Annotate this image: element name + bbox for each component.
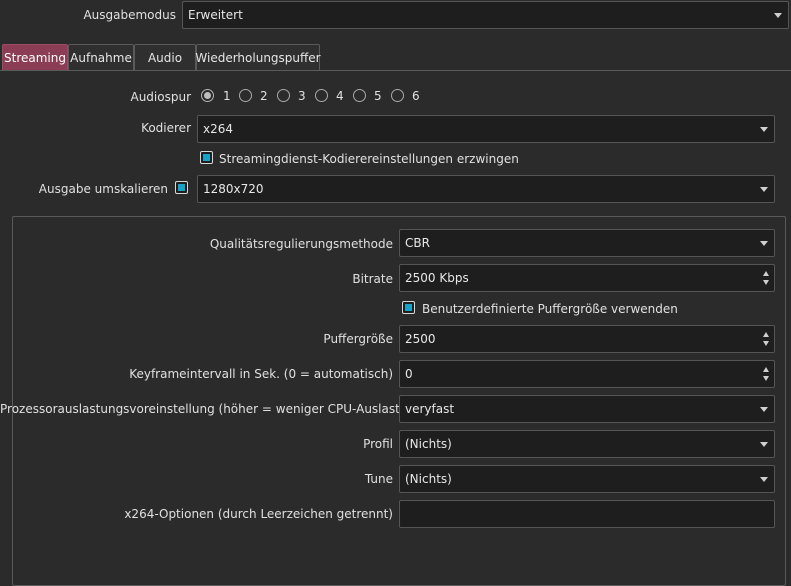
audio-track-radio-label: 1 — [223, 89, 231, 103]
audio-track-radio-6[interactable] — [391, 89, 404, 102]
output-mode-label: Ausgabemodus — [83, 8, 176, 22]
rescale-output-checkbox[interactable] — [175, 181, 188, 194]
chevron-down-icon — [760, 127, 768, 132]
spin-up-icon[interactable] — [763, 367, 769, 372]
chevron-down-icon — [760, 187, 768, 192]
chevron-down-icon — [760, 407, 768, 412]
spin-up-icon[interactable] — [763, 271, 769, 276]
enforce-encoder-settings-checkbox[interactable] — [200, 151, 213, 164]
custom-buffer-label: Benutzerdefinierte Puffergröße verwenden — [422, 302, 678, 316]
audio-track-radio-1[interactable] — [201, 89, 214, 102]
bitrate-spinbox[interactable]: 2500 Kbps — [399, 264, 775, 292]
audio-track-radio-label: 3 — [298, 89, 306, 103]
spin-down-icon[interactable] — [763, 280, 769, 285]
audio-track-radio-label: 4 — [336, 89, 344, 103]
encoder-label: Kodierer — [141, 121, 191, 135]
profile-combobox[interactable]: (Nichts) — [399, 430, 775, 458]
rate-control-value: CBR — [405, 236, 430, 250]
chevron-down-icon — [760, 477, 768, 482]
keyframe-interval-spinbox[interactable]: 0 — [399, 360, 775, 388]
bitrate-value: 2500 Kbps — [405, 271, 469, 285]
x264-options-input[interactable] — [399, 500, 775, 528]
tab-replay-buffer[interactable]: Wiederholungspuffer — [195, 44, 321, 70]
spin-up-icon[interactable] — [763, 332, 769, 337]
encoder-combobox[interactable]: x264 — [197, 115, 775, 143]
output-mode-combobox[interactable]: Erweitert — [182, 1, 789, 29]
cpu-preset-label: Prozessorauslastungsvoreinstellung (höhe… — [0, 402, 428, 416]
audio-track-radio-label: 5 — [374, 89, 382, 103]
tune-combobox[interactable]: (Nichts) — [399, 465, 775, 493]
tab-streaming[interactable]: Streaming — [2, 44, 68, 70]
encoder-value: x264 — [203, 122, 234, 136]
enforce-encoder-settings-label: Streamingdienst-Kodierereinstellungen er… — [219, 152, 519, 166]
audio-track-radio-4[interactable] — [315, 89, 328, 102]
profile-label: Profil — [363, 437, 393, 451]
spin-down-icon[interactable] — [763, 341, 769, 346]
bitrate-label: Bitrate — [352, 272, 393, 286]
spin-down-icon[interactable] — [763, 376, 769, 381]
rate-control-combobox[interactable]: CBR — [399, 229, 775, 257]
buffer-size-label: Puffergröße — [323, 332, 393, 346]
audio-track-radio-label: 2 — [260, 89, 268, 103]
tab-audio[interactable]: Audio — [134, 44, 196, 70]
audio-track-radio-3[interactable] — [277, 89, 290, 102]
chevron-down-icon — [760, 442, 768, 447]
rescale-output-label: Ausgabe umskalieren — [38, 182, 168, 196]
chevron-down-icon — [774, 13, 782, 18]
tune-value: (Nichts) — [405, 472, 452, 486]
output-mode-value: Erweitert — [188, 8, 243, 22]
buffer-size-spinbox[interactable]: 2500 — [399, 325, 775, 353]
audio-track-radio-5[interactable] — [353, 89, 366, 102]
profile-value: (Nichts) — [405, 437, 452, 451]
x264-options-label: x264-Optionen (durch Leerzeichen getrenn… — [124, 507, 393, 521]
chevron-down-icon — [760, 241, 768, 246]
cpu-preset-value: veryfast — [405, 402, 455, 416]
keyframe-interval-value: 0 — [405, 367, 413, 381]
cpu-preset-combobox[interactable]: veryfast — [399, 395, 775, 423]
audio-track-radio-label: 6 — [412, 89, 420, 103]
rescale-output-value: 1280x720 — [203, 182, 264, 196]
audio-track-radio-2[interactable] — [239, 89, 252, 102]
tune-label: Tune — [364, 472, 393, 486]
tab-recording[interactable]: Aufnahme — [68, 44, 134, 70]
buffer-size-value: 2500 — [405, 332, 436, 346]
rate-control-label: Qualitätsregulierungsmethode — [209, 237, 393, 251]
keyframe-interval-label: Keyframeintervall in Sek. (0 = automatis… — [129, 367, 393, 381]
custom-buffer-checkbox[interactable] — [402, 301, 415, 314]
rescale-output-combobox[interactable]: 1280x720 — [197, 175, 775, 203]
audio-track-label: Audiospur — [130, 90, 191, 104]
